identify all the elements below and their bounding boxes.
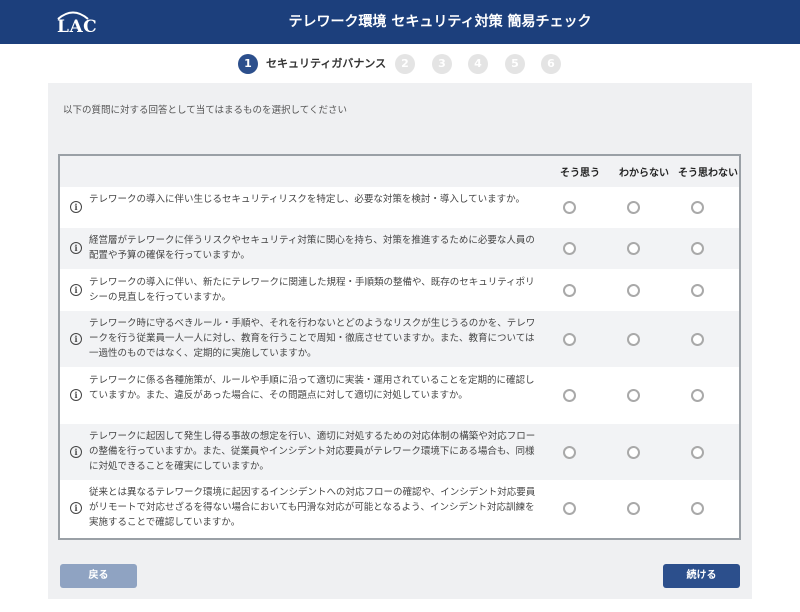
question-text: テレワークに起因して発生し得る事故の想定を行い、適切に対処するための対応体制の構… bbox=[89, 431, 536, 472]
info-icon[interactable]: i bbox=[70, 502, 82, 514]
question-text: テレワークの導入に伴い生じるセキュリティリスクを特定し、必要な対策を検討・導入し… bbox=[89, 194, 525, 205]
question-row: i 経営層がテレワークに伴うリスクやセキュリティ対策に関心を持ち、対策を推進する… bbox=[60, 228, 739, 269]
radio-disagree[interactable] bbox=[691, 201, 704, 214]
info-icon[interactable]: i bbox=[70, 446, 82, 458]
radio-disagree[interactable] bbox=[691, 502, 704, 515]
radio-disagree[interactable] bbox=[691, 284, 704, 297]
table-header: そう思う わからない そう思わない bbox=[60, 156, 739, 187]
step-2: 2 bbox=[395, 54, 415, 74]
logo-text: LAC bbox=[57, 17, 98, 37]
step-1-label: セキュリティガバナンス bbox=[266, 57, 387, 70]
radio-agree[interactable] bbox=[563, 242, 576, 255]
radio-disagree[interactable] bbox=[691, 242, 704, 255]
radio-agree[interactable] bbox=[563, 284, 576, 297]
info-icon[interactable]: i bbox=[70, 389, 82, 401]
step-1: 1 bbox=[238, 54, 258, 74]
radio-unsure[interactable] bbox=[627, 446, 640, 459]
question-row: i テレワークに係る各種施策が、ルールや手順に沿って適切に実装・運用されているこ… bbox=[60, 367, 739, 424]
question-row: i テレワークに起因して発生し得る事故の想定を行い、適切に対処するための対応体制… bbox=[60, 424, 739, 480]
info-icon[interactable]: i bbox=[70, 284, 82, 296]
info-icon[interactable]: i bbox=[70, 201, 82, 213]
radio-disagree[interactable] bbox=[691, 333, 704, 346]
question-text: テレワーク時に守るべきルール・手順や、それを行わないとどのようなリスクが生じうる… bbox=[89, 318, 536, 359]
radio-unsure[interactable] bbox=[627, 242, 640, 255]
question-row: i テレワーク時に守るべきルール・手順や、それを行わないとどのようなリスクが生じ… bbox=[60, 311, 739, 367]
page-title: テレワーク環境 セキュリティ対策 簡易チェック bbox=[288, 14, 592, 30]
radio-disagree[interactable] bbox=[691, 389, 704, 402]
radio-agree[interactable] bbox=[563, 333, 576, 346]
question-text: テレワークの導入に伴い、新たにテレワークに関連した規程・手順類の整備や、既存のセ… bbox=[89, 277, 535, 303]
radio-unsure[interactable] bbox=[627, 333, 640, 346]
radio-agree[interactable] bbox=[563, 389, 576, 402]
next-button[interactable]: 続ける bbox=[663, 564, 740, 588]
radio-unsure[interactable] bbox=[627, 502, 640, 515]
radio-agree[interactable] bbox=[563, 201, 576, 214]
step-4: 4 bbox=[468, 54, 488, 74]
app-header: LAC テレワーク環境 セキュリティ対策 簡易チェック bbox=[0, 0, 800, 44]
question-table: そう思う わからない そう思わない i テレワークの導入に伴い生じるセキュリティ… bbox=[58, 154, 741, 540]
lac-logo: LAC bbox=[56, 8, 98, 37]
question-row: i テレワークの導入に伴い、新たにテレワークに関連した規程・手順類の整備や、既存… bbox=[60, 269, 739, 311]
back-button[interactable]: 戻る bbox=[60, 564, 137, 588]
radio-unsure[interactable] bbox=[627, 201, 640, 214]
radio-agree[interactable] bbox=[563, 502, 576, 515]
radio-unsure[interactable] bbox=[627, 284, 640, 297]
instruction-text: 以下の質問に対する回答として当てはまるものを選択してください bbox=[63, 105, 347, 116]
info-icon[interactable]: i bbox=[70, 333, 82, 345]
radio-unsure[interactable] bbox=[627, 389, 640, 402]
step-3: 3 bbox=[432, 54, 452, 74]
column-header-disagree: そう思わない bbox=[678, 168, 738, 179]
question-text: 経営層がテレワークに伴うリスクやセキュリティ対策に関心を持ち、対策を推進するため… bbox=[89, 235, 535, 261]
radio-disagree[interactable] bbox=[691, 446, 704, 459]
step-6: 6 bbox=[541, 54, 561, 74]
question-panel: 以下の質問に対する回答として当てはまるものを選択してください そう思う わからな… bbox=[48, 83, 752, 599]
radio-agree[interactable] bbox=[563, 446, 576, 459]
question-text: 従来とは異なるテレワーク環境に起因するインシデントへの対応フローの確認や、インシ… bbox=[89, 487, 536, 528]
question-row: i 従来とは異なるテレワーク環境に起因するインシデントへの対応フローの確認や、イ… bbox=[60, 480, 739, 538]
question-text: テレワークに係る各種施策が、ルールや手順に沿って適切に実装・運用されていることを… bbox=[89, 375, 535, 401]
question-row: i テレワークの導入に伴い生じるセキュリティリスクを特定し、必要な対策を検討・導… bbox=[60, 187, 739, 228]
info-icon[interactable]: i bbox=[70, 242, 82, 254]
step-5: 5 bbox=[505, 54, 525, 74]
